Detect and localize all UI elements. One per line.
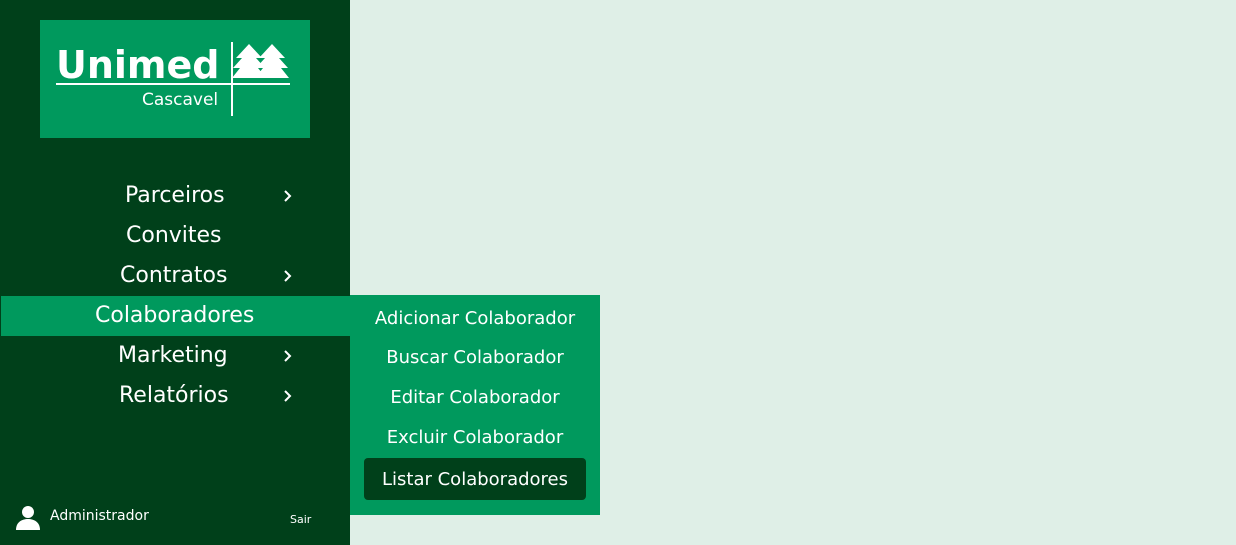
menu-item-colaboradores[interactable]: Colaboradores [1,296,351,336]
unimed-tree-icon [232,44,289,78]
menu-item-label: Convites [126,223,222,248]
menu-item-label: Relatórios [119,383,229,408]
chevron-right-icon [284,390,292,402]
chevron-right-icon [284,270,292,282]
unimed-logo: Unimed Cascavel [40,20,310,138]
sidebar: Unimed Cascavel Parceiros Convites Contr… [0,0,351,545]
user-name: Administrador [50,508,149,524]
submenu-item-excluir[interactable]: Excluir Colaborador [364,418,586,458]
logout-button[interactable]: Sair [290,513,311,526]
menu-item-marketing[interactable]: Marketing [0,336,350,376]
main-content [350,0,1236,295]
logo-city-text: Cascavel [142,90,218,110]
menu-item-convites[interactable]: Convites [0,216,350,256]
menu-item-label: Parceiros [125,183,225,208]
menu-item-parceiros[interactable]: Parceiros [0,176,350,216]
chevron-right-icon [284,190,292,202]
menu-item-label: Marketing [118,343,228,368]
menu-item-relatorios[interactable]: Relatórios [0,376,350,416]
logo-brand-text: Unimed [56,43,220,87]
submenu-item-listar[interactable]: Listar Colaboradores [364,458,586,500]
submenu-item-adicionar[interactable]: Adicionar Colaborador [364,299,586,339]
submenu-item-editar[interactable]: Editar Colaborador [364,378,586,418]
colaboradores-submenu: Adicionar Colaborador Buscar Colaborador… [350,295,600,515]
submenu-item-buscar[interactable]: Buscar Colaborador [364,338,586,378]
menu-item-contratos[interactable]: Contratos [0,256,350,296]
main-menu: Parceiros Convites Contratos Colaborador… [0,176,351,416]
menu-item-label: Colaboradores [95,303,255,328]
user-icon [16,506,40,530]
unimed-logo-graphic: Unimed Cascavel [56,42,290,116]
menu-item-label: Contratos [120,263,228,288]
chevron-right-icon [284,350,292,362]
